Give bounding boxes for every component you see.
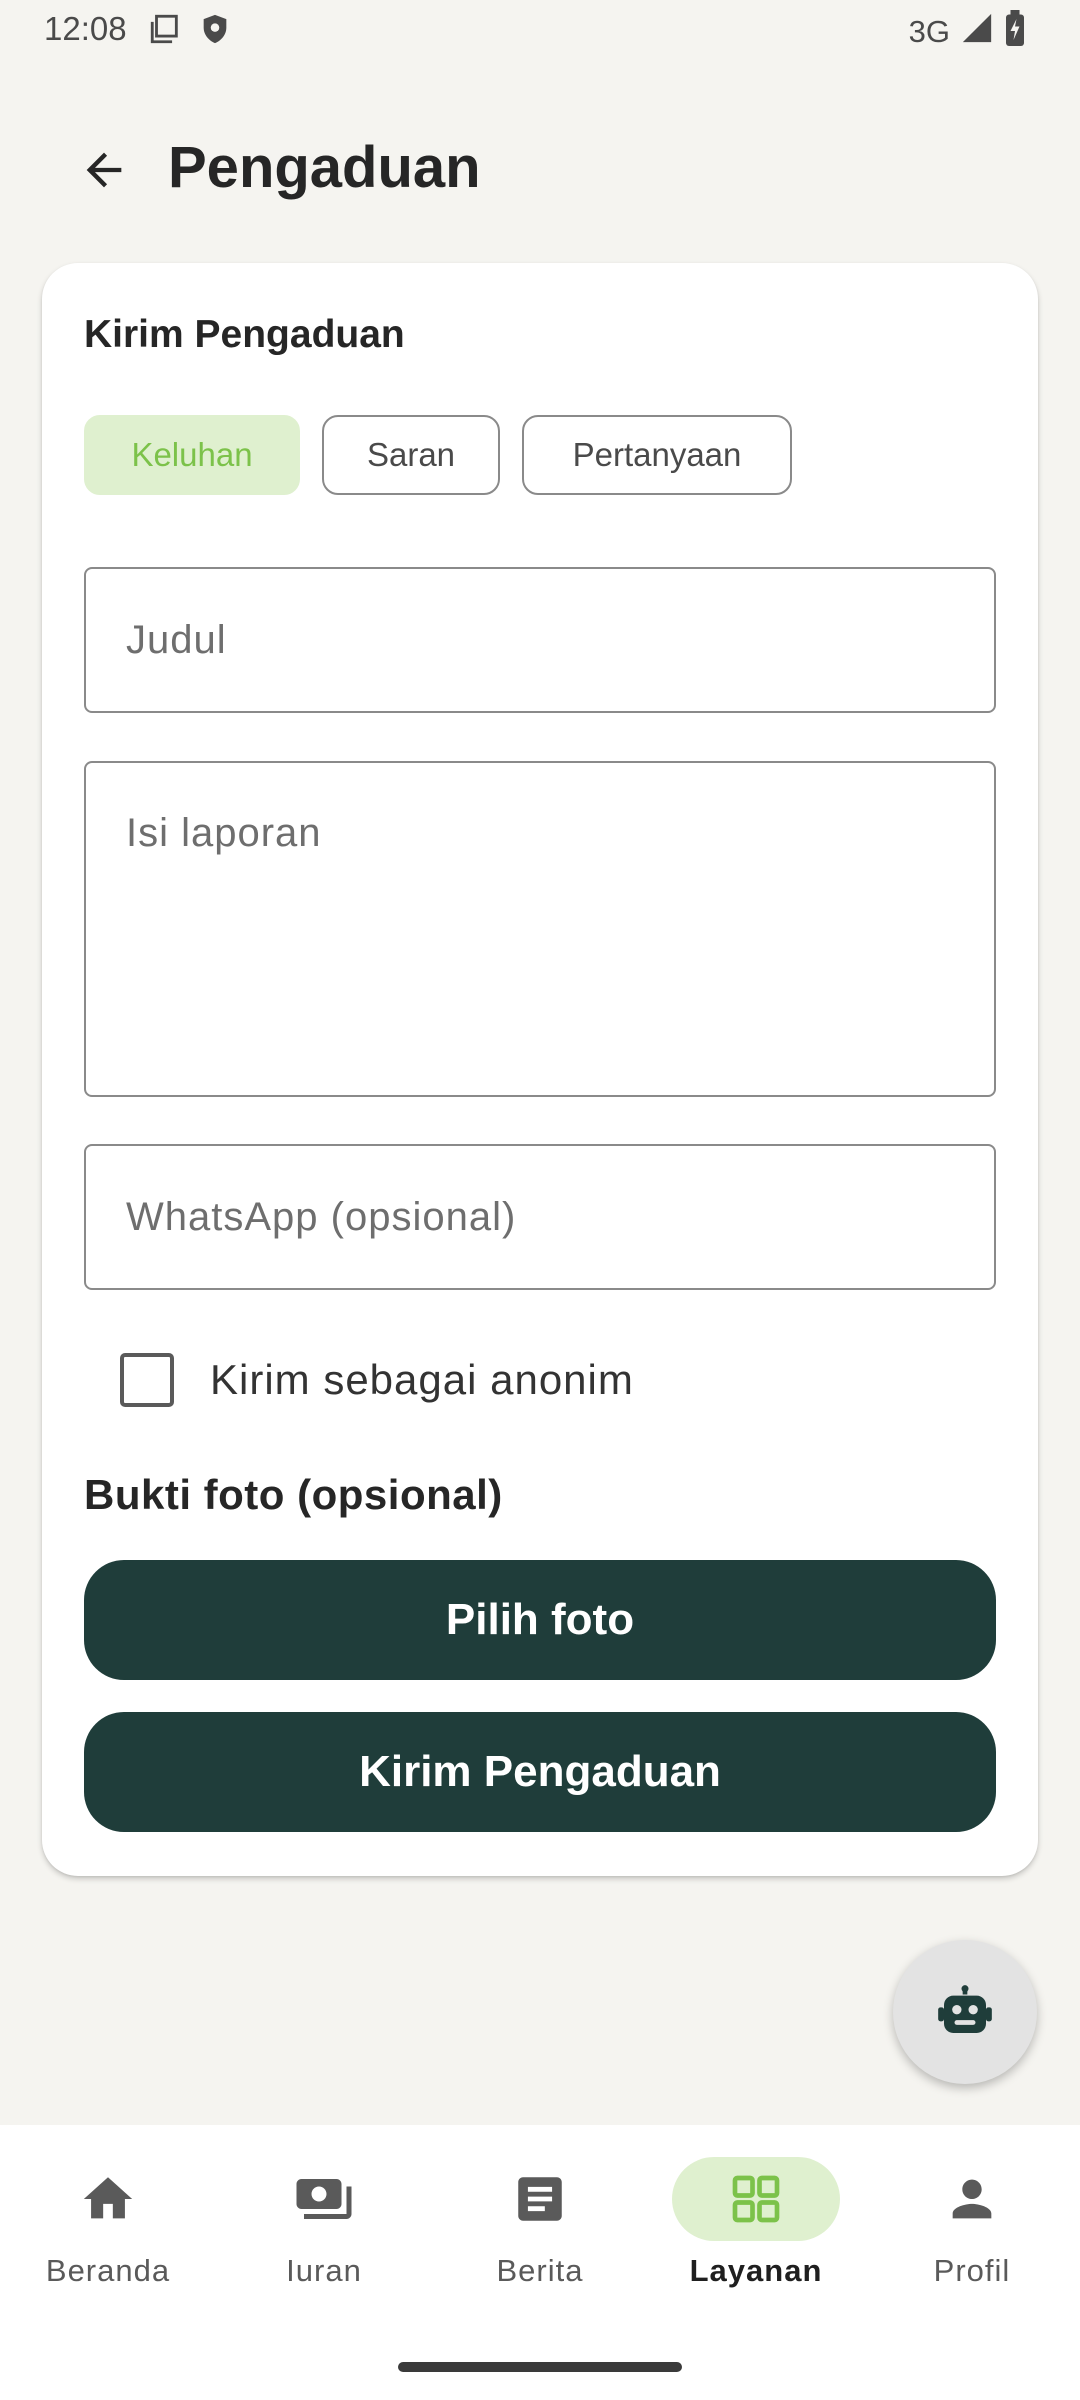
grid-icon [732, 2175, 780, 2223]
status-time: 12:08 [44, 10, 127, 47]
nav-label-layanan: Layanan [689, 2253, 823, 2288]
nav-item-layanan[interactable]: Layanan [648, 2125, 864, 2325]
judul-input[interactable] [86, 569, 994, 711]
payments-icon [296, 2179, 352, 2219]
nav-item-berita[interactable]: Berita [432, 2125, 648, 2325]
submit-complaint-button[interactable]: Kirim Pengaduan [84, 1712, 996, 1832]
nav-item-iuran[interactable]: Iuran [216, 2125, 432, 2325]
top-app-bar: Pengaduan [0, 118, 1080, 218]
complaint-form-card: Kirim Pengaduan Keluhan Saran Pertanyaan… [42, 263, 1038, 1876]
robot-icon [938, 1985, 992, 2033]
anonymous-label: Kirim sebagai anonim [210, 1356, 634, 1403]
nav-active-indicator [672, 2157, 840, 2241]
anonymous-row[interactable]: Kirim sebagai anonim [120, 1353, 634, 1407]
screenshot-icon [148, 12, 182, 51]
chip-saran[interactable]: Saran [322, 415, 500, 495]
person-icon [952, 2179, 992, 2219]
bottom-navigation: Beranda Iuran Berita Layanan Profil [0, 2125, 1080, 2400]
judul-field [84, 567, 996, 713]
signal-icon [960, 11, 994, 53]
isi-laporan-input[interactable] [86, 763, 994, 1095]
form-title: Kirim Pengaduan [84, 313, 405, 356]
category-chips: Keluhan Saran Pertanyaan [84, 415, 792, 495]
battery-icon [1004, 10, 1026, 54]
article-icon [518, 2177, 562, 2221]
status-bar: 12:08 3G [0, 0, 1080, 62]
back-button[interactable] [76, 142, 132, 198]
network-type: 3G [908, 14, 950, 49]
chatbot-fab[interactable] [893, 1940, 1037, 2084]
shield-icon [198, 12, 232, 51]
status-left-icons [148, 12, 232, 51]
nav-label-beranda: Beranda [45, 2253, 171, 2288]
isi-laporan-field [84, 761, 996, 1097]
page-title: Pengaduan [168, 135, 481, 200]
nav-item-beranda[interactable]: Beranda [0, 2125, 216, 2325]
status-right: 3G [909, 10, 1026, 54]
anonymous-checkbox[interactable] [120, 1353, 174, 1407]
nav-label-profil: Profil [933, 2253, 1011, 2288]
whatsapp-input[interactable] [86, 1146, 994, 1288]
arrow-back-icon [86, 152, 122, 188]
nav-label-iuran: Iuran [286, 2253, 362, 2288]
whatsapp-field [84, 1144, 996, 1290]
chip-keluhan[interactable]: Keluhan [84, 415, 300, 495]
chip-pertanyaan[interactable]: Pertanyaan [522, 415, 792, 495]
home-icon [83, 2177, 133, 2219]
nav-label-berita: Berita [496, 2253, 584, 2288]
nav-item-profil[interactable]: Profil [864, 2125, 1080, 2325]
home-indicator[interactable] [398, 2362, 682, 2372]
photo-section-label: Bukti foto (opsional) [84, 1471, 503, 1518]
choose-photo-button[interactable]: Pilih foto [84, 1560, 996, 1680]
